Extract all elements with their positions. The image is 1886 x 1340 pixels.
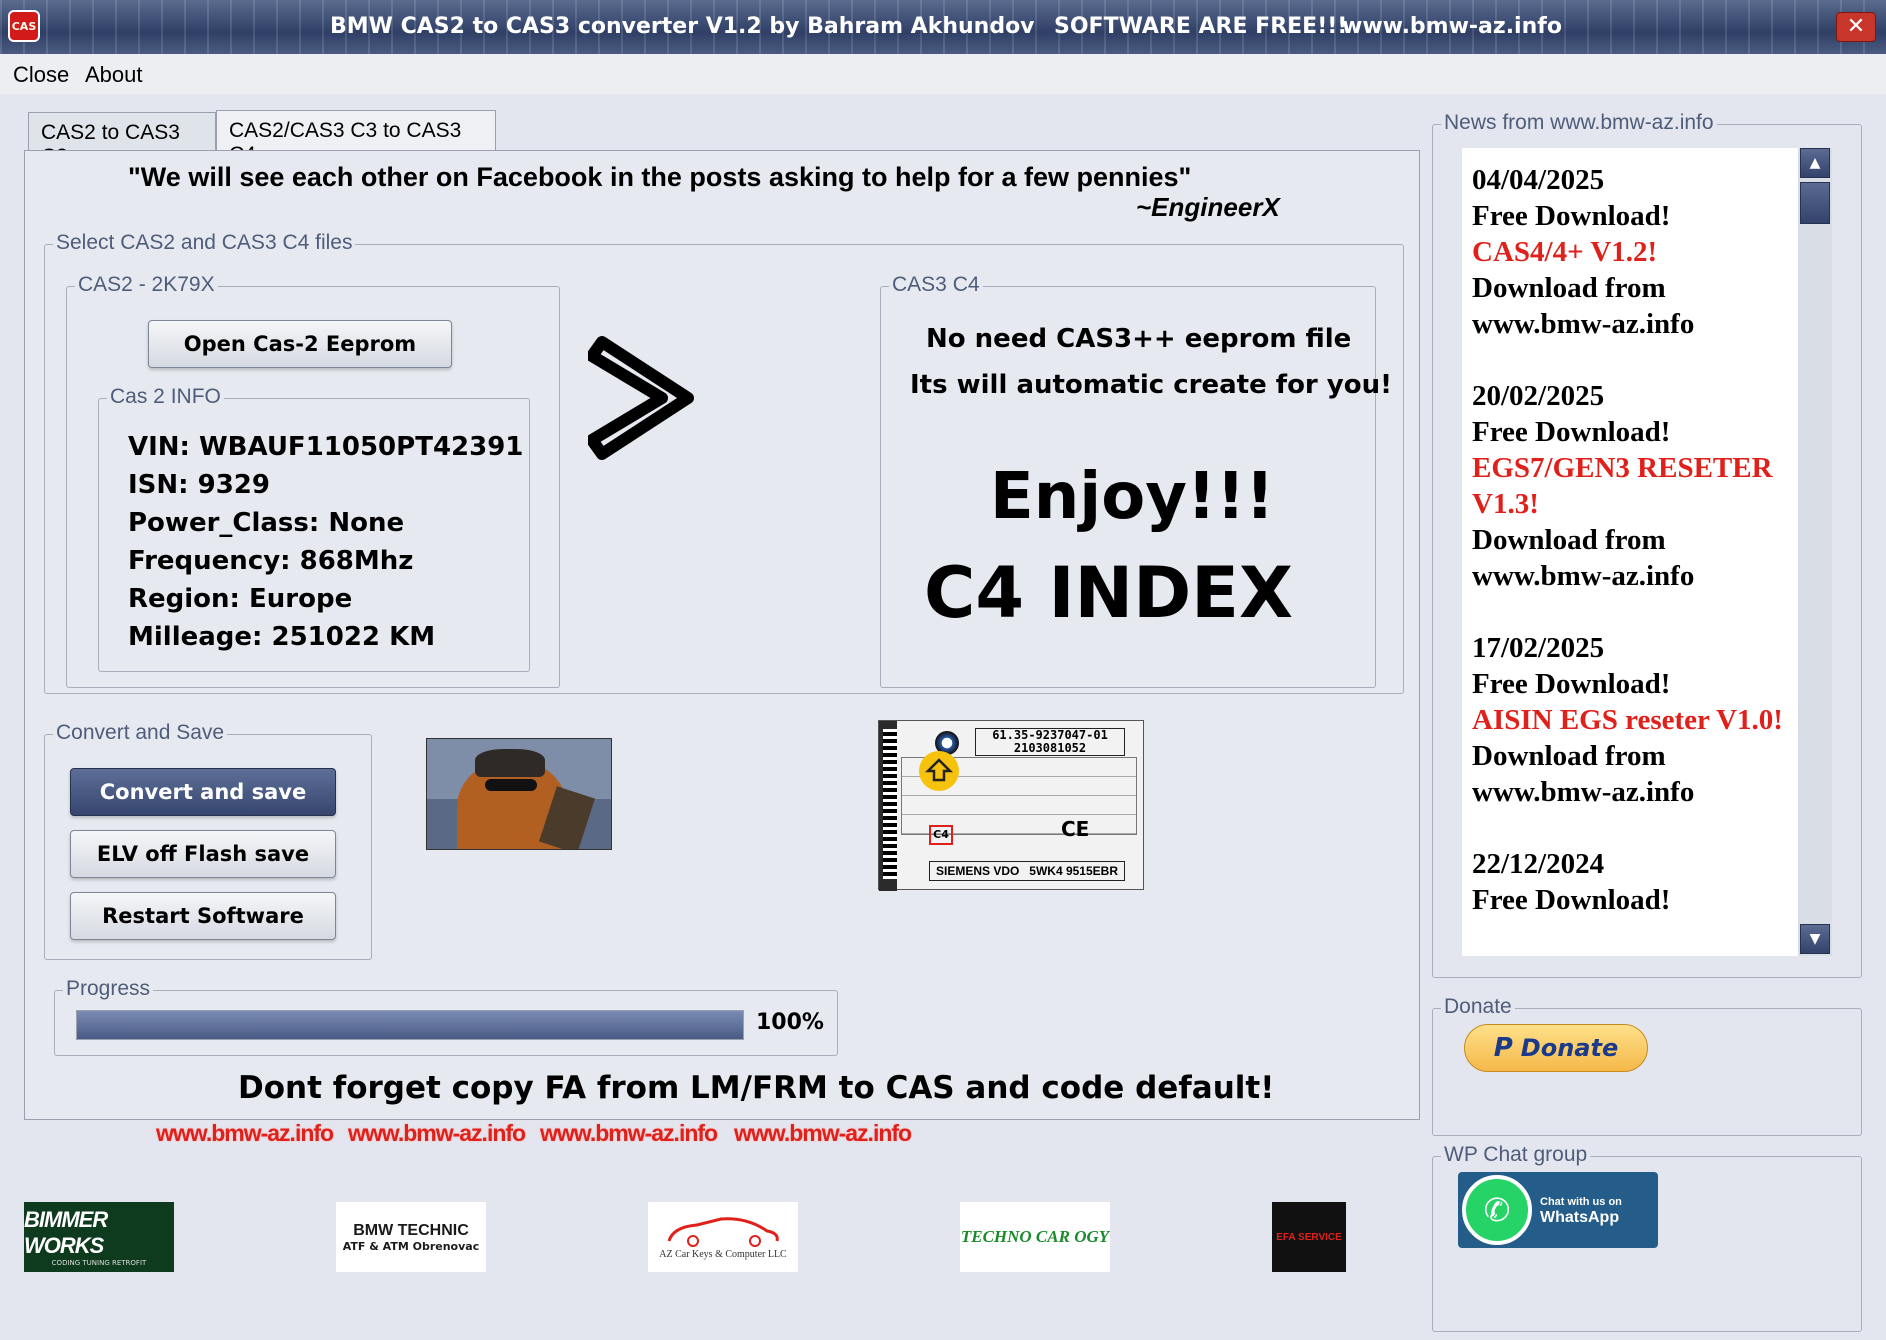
ce-mark: CE [1061, 817, 1090, 841]
site-link-4[interactable]: www.bmw-az.info [734, 1120, 912, 1147]
cas3-note-2: Its will automatic create for you! [910, 370, 1392, 400]
car-icon [667, 1216, 779, 1247]
label-c4-box: C4 [929, 825, 953, 845]
donate-legend: Donate [1441, 995, 1515, 1019]
news-scrollbar[interactable]: ▲ ▼ [1798, 148, 1832, 956]
news-item: 17/02/2025 Free Download! AISIN EGS rese… [1472, 632, 1783, 808]
cas3-note-1: No need CAS3++ eeprom file [926, 324, 1352, 354]
convert-save-legend: Convert and Save [53, 721, 228, 745]
cas2-milleage: Milleage: 251022 KM [128, 622, 436, 652]
cas2-region: Region: Europe [128, 584, 353, 614]
progress-legend: Progress [63, 977, 154, 1001]
c4-index-text: C4 INDEX [924, 552, 1293, 634]
upload-arrow-icon [919, 751, 959, 791]
logo-az-car-keys[interactable]: AZ Car Keys & Computer LLC [648, 1202, 798, 1272]
cas2-info-legend: Cas 2 INFO [107, 385, 224, 409]
label-siemens: SIEMENS VDO [936, 864, 1020, 878]
logo-bmw-technic[interactable]: BMW TECHNIC ATF & ATM Obrenovac [336, 1202, 486, 1272]
cas3-c4-legend: CAS3 C4 [889, 273, 983, 297]
donate-button[interactable]: P Donate [1464, 1024, 1648, 1072]
paypal-icon: P [1493, 1033, 1513, 1063]
elv-off-flash-save-button[interactable]: ELV off Flash save [70, 830, 336, 878]
logo-bimmer-works[interactable]: BIMMER WORKS CODING TUNING RETROFIT [24, 1202, 174, 1272]
select-files-legend: Select CAS2 and CAS3 C4 files [53, 231, 356, 255]
app-icon: CAS [8, 10, 40, 42]
enjoy-text: Enjoy!!! [990, 460, 1275, 534]
menu-about[interactable]: About [85, 62, 143, 88]
label-serial: 2103081052 [1013, 741, 1087, 755]
progress-percent: 100% [756, 1010, 824, 1035]
menu-close[interactable]: Close [13, 62, 69, 88]
quote-text: "We will see each other on Facebook in t… [128, 162, 1192, 192]
scroll-down-icon[interactable]: ▼ [1800, 924, 1830, 954]
site-link-1[interactable]: www.bmw-az.info [156, 1120, 334, 1147]
news-list[interactable]: 04/04/2025 Free Download! CAS4/4+ V1.2! … [1462, 148, 1798, 956]
cas2-vin: VIN: WBAUF11050PT42391 [128, 432, 524, 462]
window-slogan: SOFTWARE ARE FREE!!! [1054, 14, 1348, 39]
label-code: 5WK4 9515EBR [1029, 864, 1118, 878]
cas2-power-class: Power_Class: None [128, 508, 405, 538]
window-title: BMW CAS2 to CAS3 converter V1.2 by Bahra… [330, 14, 1035, 39]
cas2-legend: CAS2 - 2K79X [75, 273, 218, 297]
logo-technocarogy[interactable]: TECHNO CAR OGY [960, 1202, 1110, 1272]
news-item: 22/12/2024 Free Download! [1472, 848, 1671, 916]
title-bar: CAS BMW CAS2 to CAS3 converter V1.2 by B… [0, 0, 1886, 54]
footer-note: Dont forget copy FA from LM/FRM to CAS a… [238, 1070, 1275, 1106]
cas-label-image: 61.35-9237047-01 2103081052 C4 CE SIEMEN… [878, 720, 1144, 891]
window-close-button[interactable]: ✕ [1836, 12, 1876, 42]
news-item: 20/02/2025 Free Download! EGS7/GEN3 RESE… [1472, 380, 1773, 592]
convert-and-save-button[interactable]: Convert and save [70, 768, 336, 816]
scroll-thumb[interactable] [1800, 182, 1830, 224]
chevron-right-icon [588, 336, 694, 460]
cartoon-image [426, 738, 612, 850]
window-site: www.bmw-az.info [1342, 14, 1562, 39]
cas2-isn: ISN: 9329 [128, 470, 270, 500]
cas2-frequency: Frequency: 868Mhz [128, 546, 414, 576]
logo-efa-service[interactable]: EFA SERVICE [1272, 1202, 1346, 1272]
whatsapp-chat-button[interactable]: ✆ Chat with us on WhatsApp [1458, 1172, 1658, 1248]
menu-bar: Close About [0, 54, 1886, 94]
scroll-up-icon[interactable]: ▲ [1800, 148, 1830, 178]
tab-cas2-to-cas3-c3[interactable]: CAS2 to CAS3 C3 [28, 112, 216, 168]
site-link-2[interactable]: www.bmw-az.info [348, 1120, 526, 1147]
tab-cas3-c4[interactable]: CAS2/CAS3 C3 to CAS3 C4 [216, 110, 496, 166]
progress-bar-fill [77, 1011, 743, 1039]
whatsapp-icon: ✆ [1462, 1175, 1532, 1245]
restart-software-button[interactable]: Restart Software [70, 892, 336, 940]
site-link-3[interactable]: www.bmw-az.info [540, 1120, 718, 1147]
news-legend: News from www.bmw-az.info [1441, 111, 1717, 135]
open-cas2-eeprom-button[interactable]: Open Cas-2 Eeprom [148, 320, 452, 368]
quote-author: ~EngineerX [1136, 192, 1280, 222]
wp-chat-legend: WP Chat group [1441, 1143, 1591, 1167]
news-item: 04/04/2025 Free Download! CAS4/4+ V1.2! … [1472, 164, 1695, 340]
progress-bar [76, 1010, 744, 1040]
